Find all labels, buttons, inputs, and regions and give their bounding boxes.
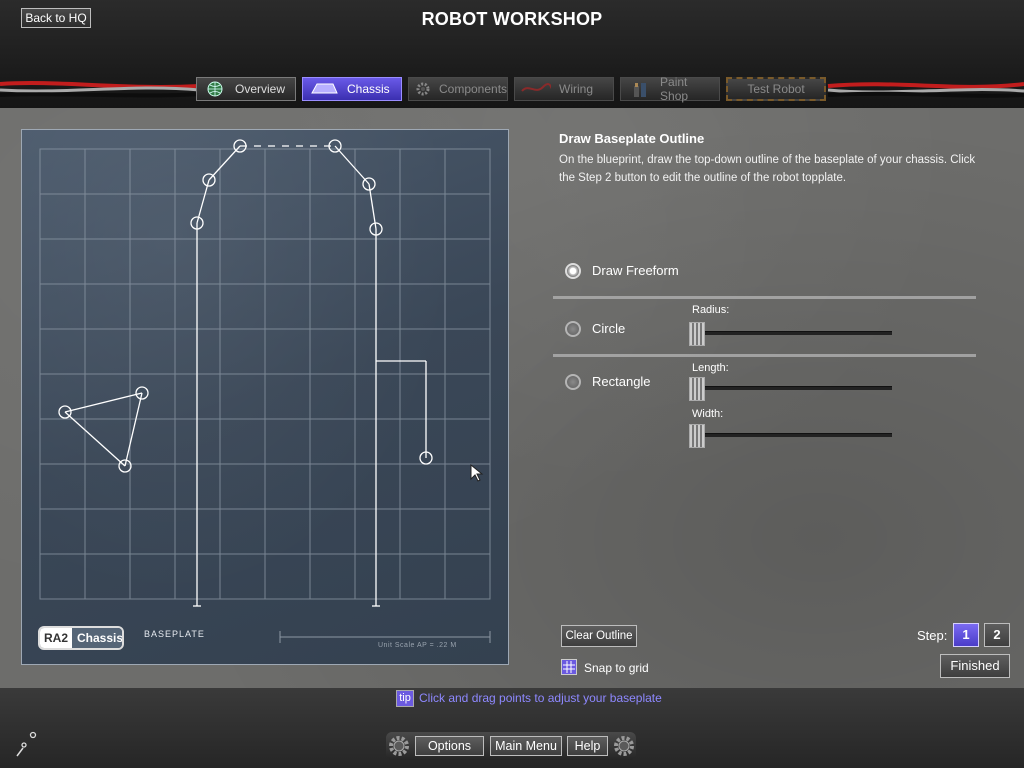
tab-wiring[interactable]: Wiring [514,77,614,101]
gear-icon [389,736,409,756]
tab-label: Chassis [347,82,390,96]
gear-icon [614,736,634,756]
globe-icon [203,80,227,98]
snap-to-grid-checkbox[interactable] [561,659,577,675]
tab-label: Test Robot [747,82,805,96]
circle-label[interactable]: Circle [592,321,625,336]
wire-icon [521,80,551,98]
options-button[interactable]: Options [415,736,484,756]
tab-label: Wiring [559,82,594,96]
ra2-chassis-logo: RA2 Chassis [38,626,124,650]
blueprint-canvas[interactable]: RA2 Chassis BASEPLATE Unit Scale AP = .2… [21,129,509,665]
tab-chassis[interactable]: Chassis [302,77,402,101]
rectangle-label[interactable]: Rectangle [592,374,651,389]
step-1-button[interactable]: 1 [953,623,979,647]
tab-components[interactable]: Components [408,77,508,101]
length-slider-track[interactable] [692,386,892,390]
chassis-icon [309,80,339,98]
tab-overview[interactable]: Overview [196,77,296,101]
length-label: Length: [692,362,729,374]
draw-freeform-label[interactable]: Draw Freeform [592,263,679,278]
panel-description: On the blueprint, draw the top-down outl… [559,154,976,184]
game-logo-icon [16,731,37,757]
tip-icon: tip [396,690,414,707]
tip-text: Click and drag points to adjust your bas… [419,691,662,705]
tab-label: Components [439,82,508,96]
width-label: Width: [692,408,724,420]
rectangle-radio[interactable] [565,374,581,390]
page-title: ROBOT WORKSHOP [421,9,603,29]
tab-label: Paint Shop [660,75,689,103]
paint-icon [627,80,652,98]
panel-heading: Draw Baseplate Outline [559,131,705,146]
mouse-cursor-icon [470,464,484,482]
tab-test-robot[interactable]: Test Robot [726,77,826,101]
radius-slider-handle[interactable] [689,322,705,346]
divider [553,296,976,299]
blueprint-drawing[interactable] [22,130,510,666]
circle-radio[interactable] [565,321,581,337]
width-slider-handle[interactable] [689,424,705,448]
length-slider-handle[interactable] [689,377,705,401]
tab-paint-shop[interactable]: Paint Shop [620,75,720,103]
gear-icon [415,80,431,98]
snap-to-grid-label[interactable]: Snap to grid [584,661,649,675]
main-menu-button[interactable]: Main Menu [490,736,562,756]
radius-slider-track[interactable] [692,331,892,335]
tab-label: Overview [234,82,285,96]
draw-freeform-radio[interactable] [565,263,581,279]
baseplate-outline [64,145,427,607]
unit-scale-text: Unit Scale AP = .22 M [378,642,457,649]
tab-bar: Overview Chassis Components Wiring Paint… [196,75,826,103]
clear-outline-button[interactable]: Clear Outline [561,625,637,647]
step-label: Step: [917,628,948,643]
blueprint-grid [39,148,491,600]
grid-icon [563,661,575,673]
width-slider-track[interactable] [692,433,892,437]
finished-button[interactable]: Finished [940,654,1010,678]
radius-label: Radius: [692,304,730,316]
help-button[interactable]: Help [567,736,608,756]
divider [553,354,976,357]
blueprint-label: BASEPLATE [144,629,205,639]
step-2-button[interactable]: 2 [984,623,1010,647]
